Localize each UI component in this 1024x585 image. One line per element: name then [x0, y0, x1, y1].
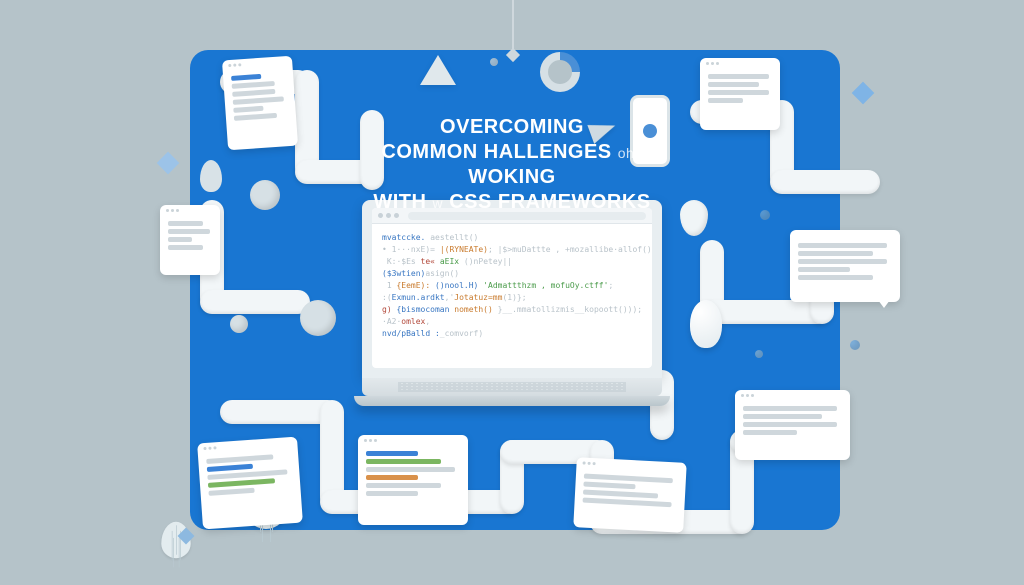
diamond-icon	[157, 152, 180, 175]
doc-card	[160, 205, 220, 275]
code-card	[197, 437, 303, 530]
dot-icon	[760, 210, 770, 220]
title-line-2: COMMON HALLENGES ohd WOKING	[342, 140, 682, 190]
chat-card	[790, 230, 900, 302]
egg-icon	[200, 160, 222, 192]
pipe	[770, 170, 880, 194]
doc-card	[700, 58, 780, 130]
mouse-icon	[690, 300, 722, 348]
sphere-icon	[300, 300, 336, 336]
title-line-3: WITH w CSS FRAMEWORKS	[342, 190, 682, 215]
triangle-icon	[420, 55, 456, 85]
laptop-keyboard	[362, 378, 662, 396]
browser-card	[735, 390, 850, 460]
hero-title: OVERCOMING COMMON HALLENGES ohd WOKING W…	[342, 115, 682, 215]
dot-icon	[490, 58, 498, 66]
gauge-icon	[540, 52, 580, 92]
title-line-1: OVERCOMING	[342, 115, 682, 140]
dot-icon	[850, 340, 860, 350]
hanger-line	[512, 0, 514, 52]
browser-card	[573, 457, 687, 533]
sphere-icon	[230, 315, 248, 333]
pipe	[200, 290, 310, 314]
laptop-base	[354, 396, 670, 406]
doc-card	[222, 56, 298, 151]
dot-icon	[755, 350, 763, 358]
laptop: mvatccke. aestellt() • 1···nxE)= |(RYNEA…	[362, 200, 662, 406]
code-editor-body: mvatccke. aestellt() • 1···nxE)= |(RYNEA…	[372, 224, 652, 348]
code-card	[358, 435, 468, 525]
sphere-icon	[250, 180, 280, 210]
laptop-screen-bezel: mvatccke. aestellt() • 1···nxE)= |(RYNEA…	[362, 200, 662, 378]
laptop-screen: mvatccke. aestellt() • 1···nxE)= |(RYNEA…	[372, 208, 652, 368]
diamond-icon	[852, 82, 875, 105]
